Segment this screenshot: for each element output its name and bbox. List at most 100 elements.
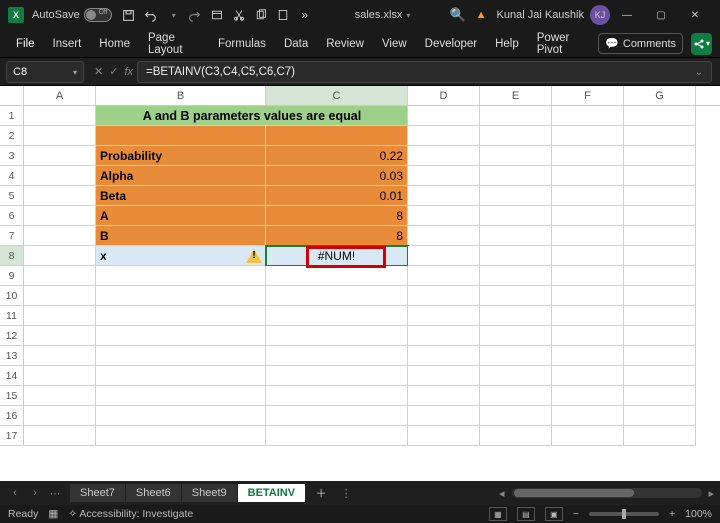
cell[interactable] xyxy=(552,346,624,366)
cell[interactable] xyxy=(480,246,552,266)
cell[interactable]: Alpha xyxy=(96,166,266,186)
cell[interactable] xyxy=(624,346,696,366)
spreadsheet-grid[interactable]: A B C D E F G 123Probability0.224Alpha0.… xyxy=(0,86,720,486)
minimize-button[interactable]: — xyxy=(610,0,644,30)
cell[interactable] xyxy=(24,306,96,326)
maximize-button[interactable]: ▢ xyxy=(644,0,678,30)
cell[interactable] xyxy=(552,126,624,146)
fx-icon[interactable]: fx xyxy=(124,66,133,78)
row-header[interactable]: 13 xyxy=(0,346,24,366)
formula-input[interactable]: =BETAINV(C3,C4,C5,C6,C7) xyxy=(137,61,712,83)
name-box[interactable]: C8 xyxy=(6,61,84,83)
cell[interactable] xyxy=(552,366,624,386)
cell[interactable] xyxy=(96,426,266,446)
cell[interactable] xyxy=(624,366,696,386)
cell[interactable] xyxy=(408,186,480,206)
cell[interactable] xyxy=(624,206,696,226)
cell[interactable] xyxy=(624,406,696,426)
enter-formula-icon[interactable]: ✓ xyxy=(109,65,118,78)
tab-file[interactable]: File xyxy=(8,34,43,54)
copy-icon[interactable] xyxy=(250,4,272,26)
undo-dropdown[interactable] xyxy=(162,4,184,26)
cell[interactable] xyxy=(24,266,96,286)
save-icon[interactable] xyxy=(118,4,140,26)
cell[interactable] xyxy=(24,226,96,246)
row-header[interactable]: 17 xyxy=(0,426,24,446)
tab-review[interactable]: Review xyxy=(318,34,372,54)
row-header[interactable]: 7 xyxy=(0,226,24,246)
chevron-down-icon[interactable] xyxy=(73,66,77,78)
cell[interactable] xyxy=(24,406,96,426)
cell[interactable] xyxy=(552,406,624,426)
cell[interactable] xyxy=(24,186,96,206)
cell[interactable]: 8 xyxy=(266,206,408,226)
cell[interactable] xyxy=(24,246,96,266)
cell[interactable] xyxy=(266,306,408,326)
cell[interactable] xyxy=(408,366,480,386)
cell[interactable] xyxy=(480,286,552,306)
row-header[interactable]: 15 xyxy=(0,386,24,406)
cell[interactable] xyxy=(552,146,624,166)
horizontal-scrollbar[interactable] xyxy=(512,488,702,498)
cell[interactable]: 0.03 xyxy=(266,166,408,186)
cell[interactable] xyxy=(96,266,266,286)
view-normal-icon[interactable]: ▦ xyxy=(489,507,507,521)
cell[interactable] xyxy=(552,206,624,226)
cut-icon[interactable] xyxy=(228,4,250,26)
sheet-nav-next[interactable]: › xyxy=(26,487,44,500)
cell[interactable] xyxy=(266,386,408,406)
cell[interactable] xyxy=(624,426,696,446)
accessibility-status[interactable]: ✧ Accessibility: Investigate xyxy=(68,508,193,520)
row-header[interactable]: 2 xyxy=(0,126,24,146)
row-header[interactable]: 14 xyxy=(0,366,24,386)
col-header-F[interactable]: F xyxy=(552,86,624,105)
cell[interactable] xyxy=(96,406,266,426)
cell[interactable] xyxy=(408,166,480,186)
cell[interactable] xyxy=(624,386,696,406)
cell[interactable] xyxy=(480,426,552,446)
row-header[interactable]: 10 xyxy=(0,286,24,306)
col-header-B[interactable]: B xyxy=(96,86,266,105)
cell[interactable] xyxy=(624,186,696,206)
cell[interactable] xyxy=(408,426,480,446)
cell[interactable] xyxy=(408,106,480,126)
qat-icon-1[interactable] xyxy=(206,4,228,26)
cell[interactable] xyxy=(480,326,552,346)
cell[interactable] xyxy=(408,246,480,266)
cell[interactable] xyxy=(266,406,408,426)
zoom-level[interactable]: 100% xyxy=(685,508,712,520)
cell[interactable] xyxy=(266,366,408,386)
tab-formulas[interactable]: Formulas xyxy=(210,34,274,54)
tab-data[interactable]: Data xyxy=(276,34,316,54)
cell[interactable] xyxy=(552,106,624,126)
cell[interactable] xyxy=(96,306,266,326)
tab-power-pivot[interactable]: Power Pivot xyxy=(529,28,594,60)
cell[interactable] xyxy=(552,226,624,246)
cell[interactable] xyxy=(624,266,696,286)
cell[interactable] xyxy=(480,186,552,206)
cell[interactable] xyxy=(266,346,408,366)
cell[interactable] xyxy=(408,206,480,226)
cell[interactable] xyxy=(96,286,266,306)
tab-page-layout[interactable]: Page Layout xyxy=(140,28,208,60)
cell[interactable] xyxy=(24,386,96,406)
cell[interactable] xyxy=(624,306,696,326)
col-header-G[interactable]: G xyxy=(624,86,696,105)
cell[interactable] xyxy=(408,126,480,146)
undo-icon[interactable] xyxy=(140,4,162,26)
cell[interactable] xyxy=(408,146,480,166)
cell[interactable] xyxy=(266,426,408,446)
col-header-E[interactable]: E xyxy=(480,86,552,105)
row-header[interactable]: 8 xyxy=(0,246,24,266)
qat-icon-2[interactable] xyxy=(272,4,294,26)
cell[interactable] xyxy=(480,166,552,186)
add-sheet-button[interactable]: ＋ xyxy=(310,485,332,501)
cell[interactable] xyxy=(96,386,266,406)
cell[interactable] xyxy=(480,146,552,166)
row-header[interactable]: 4 xyxy=(0,166,24,186)
tab-developer[interactable]: Developer xyxy=(417,34,485,54)
cell[interactable]: 0.22 xyxy=(266,146,408,166)
cell[interactable] xyxy=(96,346,266,366)
cancel-formula-icon[interactable]: ✕ xyxy=(94,65,103,78)
cell[interactable] xyxy=(624,326,696,346)
